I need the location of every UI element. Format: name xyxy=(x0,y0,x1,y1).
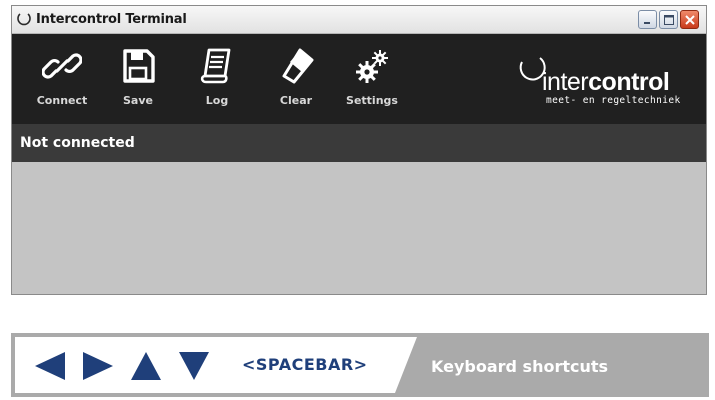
keyboard-shortcuts-label[interactable]: Keyboard shortcuts xyxy=(431,357,608,376)
logo-tagline: meet- en regeltechniek xyxy=(546,95,681,106)
down-arrow-icon xyxy=(179,352,209,380)
gears-icon xyxy=(356,50,388,83)
minimize-icon xyxy=(644,22,650,24)
up-arrow-icon xyxy=(131,352,161,380)
terminal-output-area[interactable] xyxy=(12,162,706,294)
floppy-disk-icon xyxy=(123,49,155,83)
clear-label: Clear xyxy=(279,94,313,107)
terminal-window: Intercontrol Terminal Connect Save Log C… xyxy=(11,5,707,295)
keyboard-shortcuts-bar: <SPACEBAR> Keyboard shortcuts xyxy=(11,333,709,397)
logo-name-light: inter xyxy=(542,68,589,96)
log-button[interactable]: Log xyxy=(187,46,247,118)
logo-name-bold: control xyxy=(588,68,670,96)
settings-button[interactable]: Settings xyxy=(342,46,402,118)
window-title: Intercontrol Terminal xyxy=(36,12,187,27)
log-label: Log xyxy=(205,94,229,107)
connection-status: Not connected xyxy=(20,135,135,151)
minimize-button[interactable] xyxy=(638,10,657,29)
intercontrol-logo: intercontrol meet- en regeltechniek xyxy=(512,52,702,112)
eraser-icon xyxy=(282,48,314,84)
settings-label: Settings xyxy=(346,94,398,107)
title-bar[interactable]: Intercontrol Terminal xyxy=(12,6,706,34)
close-icon xyxy=(685,15,695,25)
log-document-icon xyxy=(200,48,231,84)
maximize-icon xyxy=(664,15,674,25)
connect-button[interactable]: Connect xyxy=(32,46,92,118)
connect-label: Connect xyxy=(36,94,88,107)
toolbar: Connect Save Log Clear Settings intercon… xyxy=(12,34,706,124)
link-icon xyxy=(42,53,82,79)
right-arrow-icon xyxy=(83,352,113,380)
status-bar: Not connected xyxy=(12,124,706,162)
spacebar-key-label: <SPACEBAR> xyxy=(242,355,368,374)
logo-wordmark: intercontrol xyxy=(542,68,670,97)
save-label: Save xyxy=(123,94,153,107)
close-button[interactable] xyxy=(680,10,699,29)
clear-button[interactable]: Clear xyxy=(266,46,326,118)
save-button[interactable]: Save xyxy=(108,46,168,118)
left-arrow-icon xyxy=(35,352,65,380)
app-logo-icon xyxy=(17,13,31,26)
maximize-button[interactable] xyxy=(659,10,678,29)
